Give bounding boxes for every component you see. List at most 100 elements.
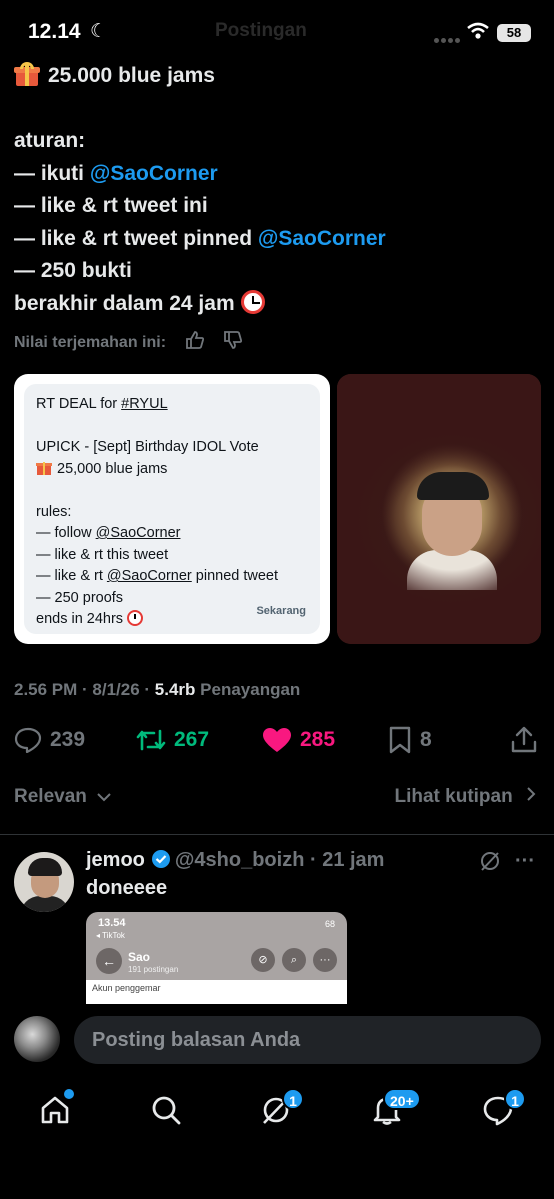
card-line: — follow @SaoCorner [36, 523, 308, 545]
reply-author-handle[interactable]: @4sho_boizh [175, 849, 305, 871]
card-line: RT DEAL for #RYUL [36, 394, 308, 416]
shot-time: 13.54 [98, 917, 126, 929]
tweet-line-ends-text: berakhir dalam 24 jam [14, 291, 235, 315]
tweet-line-like-rt: — like & rt tweet ini [14, 194, 208, 217]
card-line: rules: [36, 503, 72, 520]
share-icon [511, 726, 537, 753]
tweet-line-proofs: — 250 bukti [14, 259, 132, 282]
tweet-rules-heading: aturan: [14, 129, 86, 152]
tweet-body: 25.000 blue jams aturan: — ikuti @SaoCor… [14, 60, 544, 320]
home-icon [41, 1096, 69, 1124]
sort-relevance-label: Relevan [14, 786, 87, 807]
shot-battery: 68 [324, 919, 335, 929]
reply-media-screenshot[interactable]: 13.54 ◂ TikTok 68 ← Sao 191 postingan ⊘ … [86, 912, 347, 1004]
card-text: RT DEAL for [36, 396, 122, 412]
retweet-button[interactable]: 267 [136, 722, 209, 758]
announcement-card: RT DEAL for #RYUL UPICK - [Sept] Birthda… [24, 384, 320, 634]
card-blank [36, 480, 308, 502]
more-options-icon: ··· [313, 948, 337, 972]
card-line: UPICK - [Sept] Birthday IDOL Vote [36, 439, 259, 455]
view-count: 5.4rb [154, 680, 196, 699]
gift-icon [36, 460, 52, 475]
avatar [14, 1016, 60, 1062]
status-bar: 12.14 ☾ Postingan 58 [0, 0, 554, 60]
shot-app: ◂ TikTok [96, 931, 125, 940]
media-image-card[interactable]: RT DEAL for #RYUL UPICK - [Sept] Birthda… [14, 374, 330, 644]
reply-author-name[interactable]: jemoo [86, 849, 145, 871]
nav-grok[interactable]: 1 [246, 1080, 306, 1140]
wifi-icon [467, 22, 489, 39]
tweet-line-follow-text: — ikuti [14, 161, 90, 185]
reply-header: jemoo @4sho_boizh · 21 jam [86, 849, 384, 872]
bookmark-icon [389, 726, 411, 754]
heart-icon [263, 728, 291, 752]
faded-header-title: Postingan [215, 20, 307, 41]
tweet-date: 8/1/26 [92, 680, 140, 699]
more-options-icon[interactable]: ··· [515, 850, 535, 873]
mention-link[interactable]: @SaoCorner [258, 227, 386, 250]
battery-icon: 58 [497, 24, 531, 42]
reply-input[interactable] [74, 1016, 541, 1064]
media-photo[interactable] [337, 374, 541, 644]
moon-icon: ☾ [90, 21, 108, 42]
avatar[interactable] [14, 852, 74, 912]
translation-rating-label: Nilai terjemahan ini: [14, 334, 167, 351]
card-mention: @SaoCorner [106, 568, 192, 584]
card-line: 25,000 blue jams [36, 459, 308, 481]
action-bar: 239 267 285 8 [0, 722, 554, 758]
status-time: 12.14 [28, 20, 81, 43]
messages-badge: 1 [504, 1088, 526, 1110]
alarm-clock-icon [240, 289, 265, 314]
chevron-down-icon [97, 793, 111, 802]
nav-search[interactable] [136, 1080, 196, 1140]
reply-icon [14, 727, 42, 753]
thumbs-down-icon[interactable] [223, 330, 243, 350]
share-button[interactable] [511, 722, 545, 758]
bookmark-button[interactable]: 8 [388, 722, 432, 758]
tweet-line-pinned: — like & rt tweet pinned @SaoCorner [14, 223, 544, 256]
nav-notifications[interactable]: 20+ [357, 1080, 421, 1140]
gift-icon [14, 62, 40, 86]
search-icon [152, 1096, 181, 1125]
grok-icon[interactable] [479, 850, 501, 872]
card-line: — like & rt @SaoCorner pinned tweet [36, 566, 308, 588]
nav-home[interactable] [25, 1080, 85, 1140]
thumbs-up-icon[interactable] [185, 330, 205, 350]
notifications-badge: 20+ [383, 1088, 421, 1110]
reply-count: 239 [50, 728, 86, 751]
card-text: 25,000 blue jams [57, 460, 168, 477]
separator: · [139, 680, 155, 699]
card-line: — like & rt this tweet [36, 546, 169, 563]
divider [0, 834, 554, 835]
reply-button[interactable]: 239 [14, 722, 85, 758]
tweet-prize-text: 25.000 blue jams [48, 64, 215, 87]
tweet-line-follow: — ikuti @SaoCorner [14, 158, 544, 191]
nav-messages[interactable]: 1 [468, 1080, 528, 1140]
tweet-line-ends: berakhir dalam 24 jam [14, 288, 544, 321]
tweet-line-prize: 25.000 blue jams [14, 60, 544, 93]
views-label: Penayangan [195, 680, 301, 699]
home-unread-dot [64, 1089, 74, 1099]
sort-relevance-dropdown[interactable]: Relevan [14, 786, 112, 808]
card-mention: @SaoCorner [95, 525, 181, 541]
card-text: pinned tweet [191, 568, 279, 584]
shot-account-label: Akun penggemar [92, 983, 161, 993]
reply-text: doneeee [86, 877, 168, 899]
retweet-icon [136, 729, 166, 751]
tweet-line-pinned-text: — like & rt tweet pinned [14, 226, 258, 250]
translation-rating: Nilai terjemahan ini: [14, 330, 243, 352]
like-count: 285 [300, 728, 336, 751]
home-indicator [200, 1182, 354, 1187]
grok-badge: 1 [282, 1088, 304, 1110]
view-quotes-label: Lihat kutipan [394, 786, 513, 807]
grok-icon: ⊘ [251, 948, 275, 972]
like-button[interactable]: 285 [262, 722, 335, 758]
mention-link[interactable]: @SaoCorner [90, 162, 218, 185]
tweet-time: 2.56 PM [14, 680, 78, 699]
view-quotes-link[interactable]: Lihat kutipan [394, 786, 536, 808]
signal-icon [434, 30, 464, 43]
reply-time: · 21 jam [304, 849, 385, 871]
chevron-right-icon [527, 787, 536, 801]
photo-vignette [337, 374, 541, 644]
